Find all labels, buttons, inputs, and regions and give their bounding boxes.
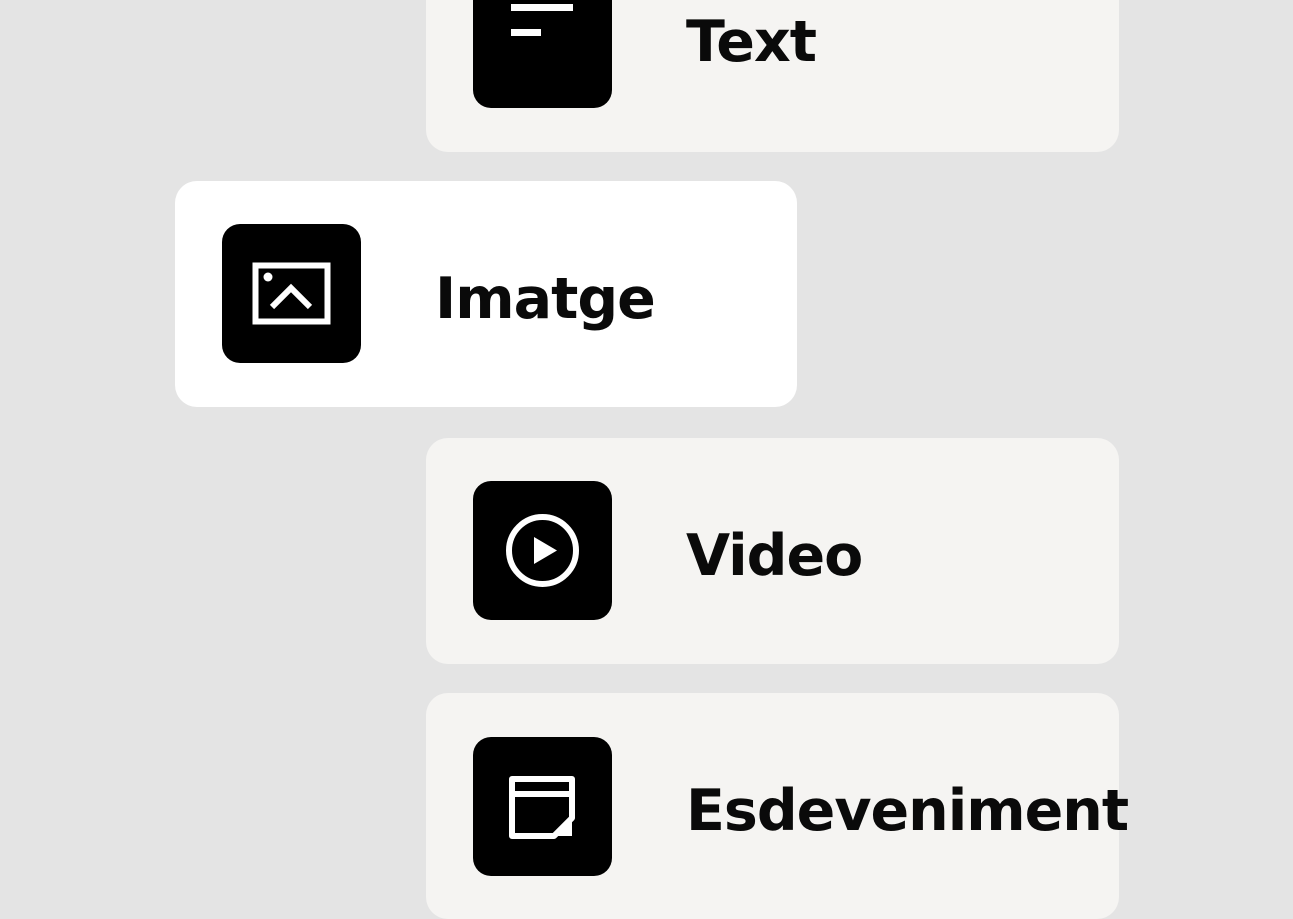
option-label-event: Esdeveniment: [686, 778, 1129, 844]
text-lines-icon: [473, 0, 612, 108]
option-card-text[interactable]: Text: [426, 0, 1119, 152]
option-card-event[interactable]: Esdeveniment: [426, 693, 1129, 919]
image-icon: [222, 224, 361, 363]
play-circle-icon: [473, 481, 612, 620]
event-edit-icon: [473, 737, 612, 876]
option-label-image: Imatge: [435, 266, 656, 332]
option-card-image[interactable]: Imatge: [175, 181, 797, 407]
option-label-text: Text: [686, 9, 817, 75]
option-label-video: Video: [686, 523, 863, 589]
option-card-video[interactable]: Video: [426, 438, 1119, 664]
